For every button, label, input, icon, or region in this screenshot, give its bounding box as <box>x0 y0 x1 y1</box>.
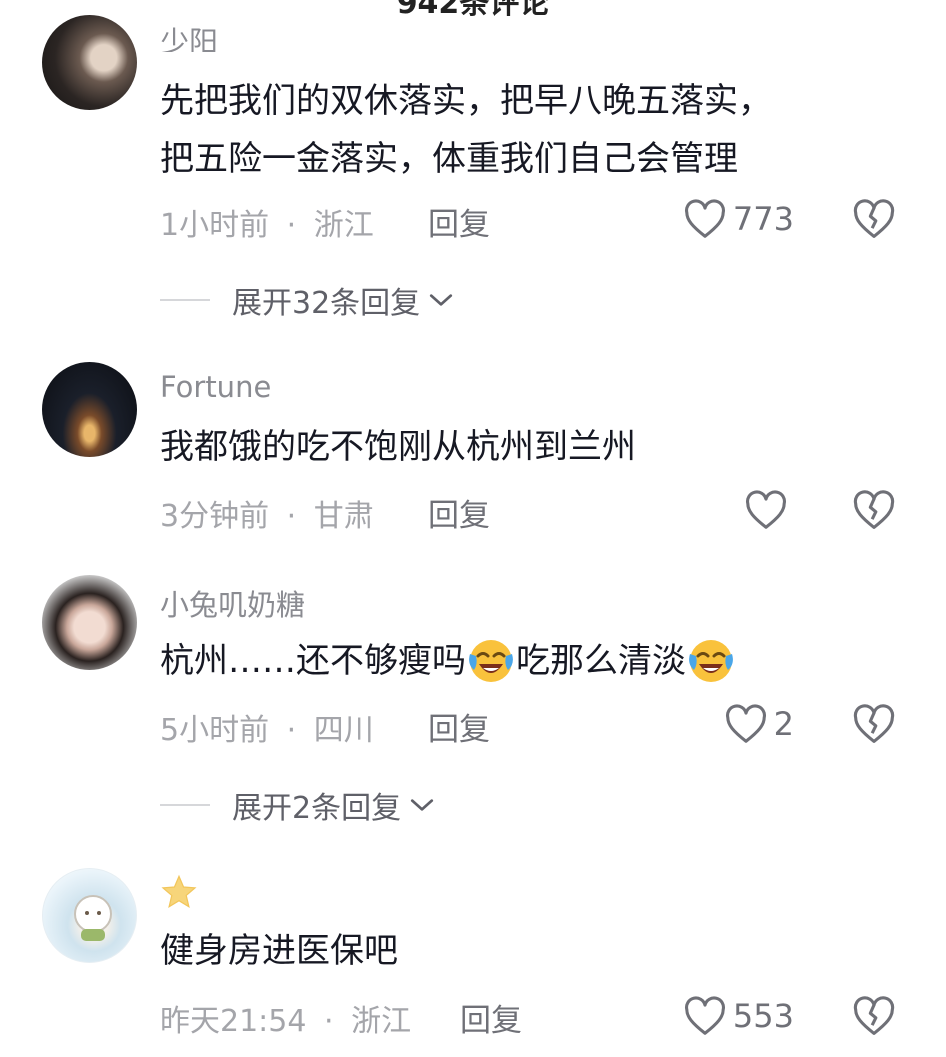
comment-location: 浙江 <box>313 208 374 243</box>
reply-button[interactable]: 回复 <box>428 704 490 749</box>
comment-text: 杭州……还不够瘦吗 吃那么清淡 <box>160 632 736 690</box>
comment-text: 健身房进医保吧 <box>160 931 398 971</box>
broken-heart-icon[interactable] <box>852 994 896 1038</box>
heart-outline-icon <box>725 704 766 743</box>
comment-time: 3分钟前 <box>160 499 270 534</box>
expand-replies-button[interactable]: 展开32条回复 <box>160 278 454 322</box>
like-count: 553 <box>732 997 794 1035</box>
comment-meta: 昨天21:54 · 浙江 <box>160 996 411 1040</box>
separator-dot: · <box>286 208 297 243</box>
chevron-down-icon <box>430 294 453 306</box>
username[interactable]: 少阳 <box>160 22 218 52</box>
comment-time: 昨天21:54 <box>160 1004 307 1039</box>
comment-text: 我都饿的吃不饱刚从杭州到兰州 <box>160 427 636 467</box>
comment-location: 甘肃 <box>313 499 374 534</box>
heart-outline-icon <box>684 996 725 1035</box>
reply-button[interactable]: 回复 <box>428 490 490 535</box>
divider <box>160 299 210 301</box>
comment-time: 5小时前 <box>160 713 270 748</box>
comment-meta: 3分钟前 · 甘肃 <box>160 491 374 535</box>
like-button[interactable] <box>744 488 794 532</box>
divider <box>160 804 210 806</box>
star-icon <box>161 874 197 909</box>
comment-meta: 1小时前 · 浙江 <box>160 200 374 244</box>
avatar[interactable] <box>42 575 137 670</box>
reply-button[interactable]: 回复 <box>428 199 490 244</box>
comment-text-part: 杭州……还不够瘦吗 <box>160 641 466 681</box>
expand-label: 展开2条回复 <box>232 791 402 826</box>
like-count: 2 <box>773 705 794 743</box>
heart-outline-icon <box>684 199 725 238</box>
avatar[interactable] <box>42 362 137 457</box>
chevron-down-icon <box>410 799 434 811</box>
like-button[interactable]: 2 <box>724 702 794 746</box>
crying-laughing-emoji <box>469 639 513 682</box>
cartoon-character-icon <box>74 895 112 941</box>
avatar[interactable] <box>42 868 137 963</box>
comment-location: 浙江 <box>351 1004 412 1039</box>
like-button[interactable]: 773 <box>683 197 794 241</box>
broken-heart-icon[interactable] <box>852 488 896 532</box>
username[interactable]: 小兔叽奶糖 <box>160 582 305 624</box>
comment-time: 1小时前 <box>160 208 270 243</box>
comment-location: 四川 <box>313 713 374 748</box>
like-count: 773 <box>732 200 794 238</box>
comment-text-line: 把五险一金落实，体重我们自己会管理 <box>160 139 738 179</box>
avatar[interactable] <box>42 15 137 110</box>
comment-text-line: 先把我们的双休落实，把早八晚五落实， <box>160 81 772 121</box>
comment-text: 先把我们的双休落实，把早八晚五落实， 把五险一金落实，体重我们自己会管理 <box>160 72 772 188</box>
comment-meta: 5小时前 · 四川 <box>160 705 374 749</box>
like-button[interactable]: 553 <box>683 994 794 1038</box>
expand-replies-button[interactable]: 展开2条回复 <box>160 783 435 827</box>
separator-dot: · <box>324 1004 334 1039</box>
comments-count-title: 942条评论 <box>396 0 550 21</box>
expand-label: 展开32条回复 <box>232 286 421 321</box>
crying-laughing-emoji <box>689 639 733 682</box>
comment-text-part: 吃那么清淡 <box>516 641 686 681</box>
separator-dot: · <box>286 713 297 748</box>
separator-dot: · <box>286 499 297 534</box>
reply-button[interactable]: 回复 <box>460 995 522 1040</box>
heart-outline-icon <box>746 490 786 529</box>
broken-heart-icon[interactable] <box>852 197 896 241</box>
username[interactable]: Fortune <box>160 370 271 404</box>
broken-heart-icon[interactable] <box>852 702 896 746</box>
